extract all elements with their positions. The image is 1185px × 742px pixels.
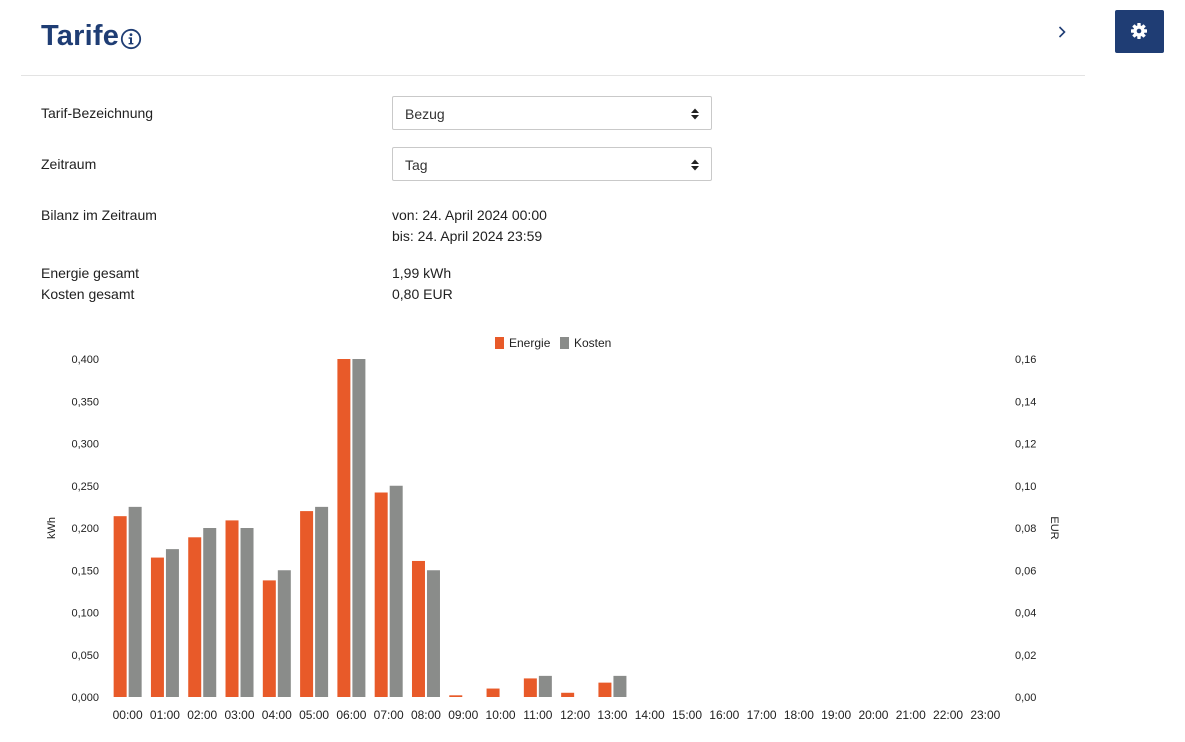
x-tick-label: 20:00	[858, 708, 888, 722]
period-select[interactable]: Tag	[392, 147, 712, 181]
y2-tick-label: 0,08	[1015, 523, 1036, 535]
x-tick-label: 22:00	[933, 708, 963, 722]
bar-kosten	[389, 485, 403, 697]
legend-label-kosten: Kosten	[574, 336, 611, 350]
x-tick-label: 09:00	[448, 708, 478, 722]
bar-energie	[374, 492, 388, 697]
page-header: Tarife	[0, 0, 1085, 76]
tariff-chart: 0,000 0,050 0,100 0,150 0,200 0,250 0,300 0,350…	[0, 330, 1185, 737]
y2-tick-label: 0,04	[1015, 608, 1036, 620]
bar-energie	[262, 580, 276, 697]
bar-kosten	[203, 528, 217, 697]
y-axis-title: kWh	[46, 517, 58, 539]
header-divider	[21, 75, 1085, 76]
x-tick-label: 15:00	[672, 708, 702, 722]
bar-kosten	[613, 675, 627, 697]
bar-energie	[113, 516, 127, 697]
y-tick-label: 0,300	[71, 439, 99, 451]
bar-kosten	[165, 549, 179, 697]
x-tick-label: 04:00	[262, 708, 292, 722]
x-tick-label: 05:00	[299, 708, 329, 722]
y2-tick-label: 0,12	[1015, 439, 1036, 451]
x-tick-label: 13:00	[597, 708, 627, 722]
y2-tick-label: 0,16	[1015, 354, 1036, 366]
page-title: Tarife	[41, 20, 120, 52]
bar-kosten	[426, 570, 440, 697]
y2-tick-label: 0,00	[1015, 692, 1036, 704]
balance-label: Bilanz im Zeitraum	[41, 207, 157, 223]
bar-kosten	[352, 359, 366, 697]
y-tick-label: 0,050	[71, 650, 99, 662]
bar-energie	[411, 560, 425, 697]
x-tick-label: 00:00	[113, 708, 143, 722]
period-label: Zeitraum	[41, 156, 97, 172]
bar-energie	[150, 557, 164, 697]
bar-energie	[561, 692, 575, 697]
x-tick-label: 18:00	[784, 708, 814, 722]
cost-total-value: 0,80 EUR	[392, 286, 453, 302]
period-select-value: Tag	[405, 157, 428, 173]
x-tick-label: 01:00	[150, 708, 180, 722]
x-tick-label: 08:00	[411, 708, 441, 722]
x-tick-label: 11:00	[523, 708, 552, 722]
bar-kosten	[128, 506, 142, 697]
bar-kosten	[538, 675, 552, 697]
energy-total-label: Energie gesamt	[41, 265, 140, 281]
cost-total-label: Kosten gesamt	[41, 286, 135, 302]
sort-arrows-icon	[691, 159, 699, 171]
info-icon[interactable]	[120, 28, 142, 50]
x-tick-label: 17:00	[747, 708, 777, 722]
x-tick-label: 06:00	[336, 708, 366, 722]
legend-label-energie: Energie	[509, 336, 551, 350]
balance-from: von: 24. April 2024 00:00	[392, 207, 547, 223]
x-tick-label: 10:00	[486, 708, 516, 722]
gear-icon	[1131, 23, 1147, 39]
bar-energie	[486, 688, 500, 697]
y-tick-label: 0,100	[71, 608, 99, 620]
bar-kosten	[277, 570, 291, 697]
x-tick-label: 16:00	[709, 708, 739, 722]
legend-swatch-energie	[495, 337, 504, 349]
y-tick-label: 0,000	[71, 692, 99, 704]
balance-to: bis: 24. April 2024 23:59	[392, 228, 543, 244]
x-tick-label: 12:00	[560, 708, 590, 722]
bar-energie	[449, 695, 463, 697]
x-tick-label: 21:00	[896, 708, 926, 722]
sort-arrows-icon	[691, 108, 699, 120]
y2-axis-title: EUR	[1048, 516, 1060, 539]
y-tick-label: 0,150	[71, 565, 99, 577]
x-tick-label: 14:00	[635, 708, 665, 722]
x-tick-label: 07:00	[374, 708, 404, 722]
legend-swatch-kosten	[560, 337, 569, 349]
settings-button[interactable]	[1115, 10, 1164, 53]
bar-energie	[598, 682, 612, 697]
tariff-label: Tarif-Bezeichnung	[41, 105, 154, 121]
tariff-select[interactable]: Bezug	[392, 96, 712, 130]
y2-tick-label: 0,10	[1015, 481, 1036, 493]
chevron-right-icon[interactable]	[1052, 22, 1072, 42]
y2-tick-label: 0,02	[1015, 650, 1036, 662]
y-tick-label: 0,200	[71, 523, 99, 535]
bar-energie	[300, 511, 314, 697]
bar-energie	[523, 678, 537, 697]
energy-total-value: 1,99 kWh	[392, 265, 452, 281]
bar-energie	[188, 537, 202, 697]
x-tick-label: 23:00	[970, 708, 1000, 722]
x-tick-label: 02:00	[187, 708, 217, 722]
bar-kosten	[240, 528, 254, 697]
y-tick-label: 0,400	[71, 354, 99, 366]
bar-energie	[225, 520, 239, 697]
y-tick-label: 0,250	[71, 481, 99, 493]
y2-tick-label: 0,06	[1015, 565, 1036, 577]
x-tick-label: 19:00	[821, 708, 851, 722]
chart-canvas: 0,000 0,050 0,100 0,150 0,200 0,250 0,300 0,350…	[46, 336, 1060, 722]
x-tick-label: 03:00	[225, 708, 255, 722]
y2-tick-label: 0,14	[1015, 396, 1036, 408]
bar-energie	[337, 359, 351, 697]
bar-kosten	[315, 506, 329, 697]
y-tick-label: 0,350	[71, 396, 99, 408]
tariff-select-value: Bezug	[405, 106, 445, 122]
